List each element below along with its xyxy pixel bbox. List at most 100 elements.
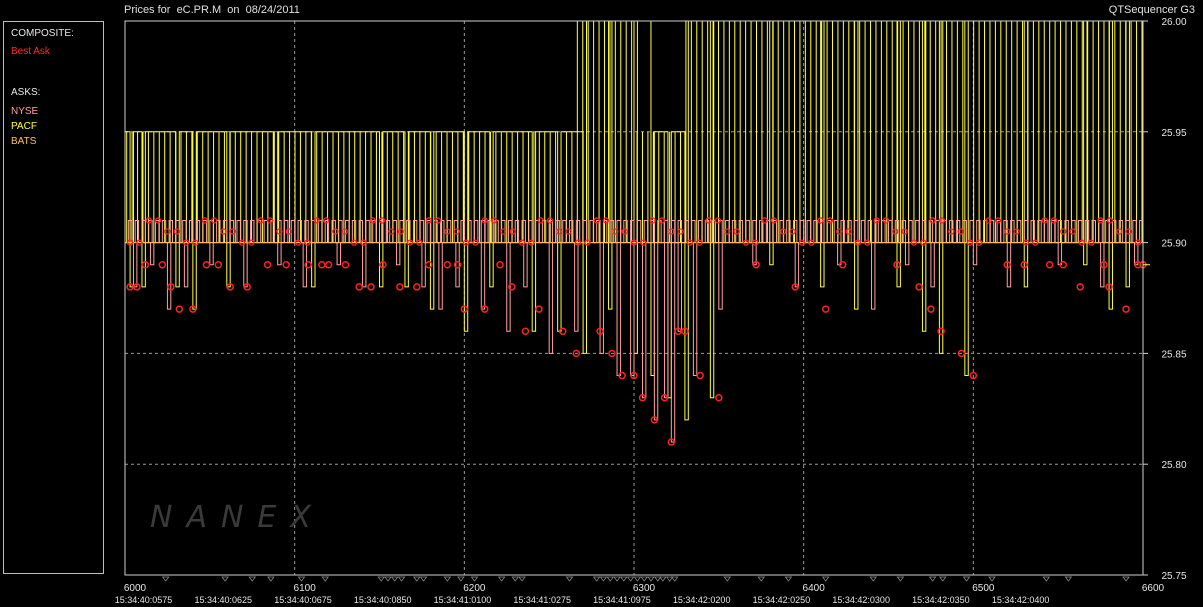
time-marker <box>757 576 766 582</box>
best-ask-point <box>1076 283 1084 291</box>
time-marker <box>659 576 667 582</box>
best-ask-point <box>413 283 421 291</box>
best-ask-point <box>927 305 935 313</box>
time-marker <box>518 576 526 582</box>
x-tick-label: 6200 <box>463 583 486 594</box>
best-ask-point <box>915 283 923 291</box>
best-ask-point <box>202 261 211 269</box>
price-chart: NANEX 25.75 25.80 25.85 25.90 25.95 26.00 600… <box>115 17 1187 605</box>
best-ask-point <box>521 327 530 335</box>
time-label: 15:34:40:0575 <box>115 595 173 605</box>
best-ask-point <box>341 261 350 269</box>
time-marker <box>647 576 655 582</box>
time-marker <box>784 576 793 582</box>
best-ask-point <box>285 228 292 235</box>
best-ask-point <box>1045 261 1054 269</box>
best-ask-point <box>1125 228 1132 235</box>
best-ask-point <box>324 261 333 269</box>
time-marker <box>1042 576 1051 582</box>
best-ask-point <box>282 261 290 269</box>
time-marker <box>928 576 937 582</box>
x-tick-label: 6600 <box>1142 583 1165 594</box>
time-marker <box>670 576 679 582</box>
time-marker <box>565 576 574 582</box>
time-marker <box>470 576 479 582</box>
best-ask-point <box>1013 228 1020 235</box>
best-ask-point <box>453 228 460 235</box>
time-marker <box>723 576 732 582</box>
time-label: 15:34:41:0100 <box>434 595 492 605</box>
best-ask-point <box>535 305 543 313</box>
y-tick-label: 25.90 <box>1161 239 1186 250</box>
nanex-watermark: NANEX <box>150 500 325 535</box>
time-label: 15:34:42:0400 <box>992 595 1050 605</box>
time-label: 15:34:40:0675 <box>274 595 332 605</box>
time-marker <box>606 576 615 582</box>
best-ask-point <box>367 283 375 291</box>
time-marker <box>938 576 947 582</box>
y-axis: 25.75 25.80 25.85 25.90 25.95 26.00 <box>1143 17 1187 582</box>
series-layer <box>125 20 1150 446</box>
x-tick-label: 6000 <box>124 583 147 594</box>
time-marker <box>419 576 428 582</box>
time-marker <box>1122 576 1130 582</box>
best-ask-point <box>175 305 184 313</box>
time-label: 15:34:41:0975 <box>593 595 651 605</box>
time-marker <box>962 576 971 582</box>
best-ask-point <box>214 261 223 269</box>
best-ask-point <box>158 261 167 269</box>
best-ask-point <box>715 393 723 402</box>
best-ask-point <box>341 228 348 235</box>
time-label: 15:34:42:0300 <box>832 595 890 605</box>
y-tick-label: 25.80 <box>1161 460 1186 471</box>
best-ask-point <box>821 305 830 313</box>
best-ask-point <box>397 228 404 235</box>
y-tick-label: 25.85 <box>1161 349 1186 360</box>
time-marker <box>633 576 642 582</box>
x-tick-label: 6100 <box>294 583 317 594</box>
best-ask-point <box>696 371 704 380</box>
time-label: 15:34:42:0250 <box>753 595 811 605</box>
time-marker <box>321 576 330 582</box>
best-ask-point <box>229 228 236 235</box>
time-marker <box>161 576 170 582</box>
y-tick-label: 25.75 <box>1161 571 1186 582</box>
best-ask-point <box>509 228 516 235</box>
time-marker <box>377 576 385 582</box>
time-marker <box>1064 576 1073 582</box>
x-axis: 6000 6100 6200 6300 6400 6500 6600 15:34:40:057… <box>115 576 1165 605</box>
time-marker <box>988 576 996 582</box>
time-marker <box>599 576 608 582</box>
time-marker <box>511 576 520 582</box>
best-ask-point <box>318 261 326 269</box>
series-nyse <box>125 219 1144 244</box>
time-label: 15:34:40:0850 <box>354 595 412 605</box>
x-tick-label: 6500 <box>972 583 995 594</box>
time-marker <box>297 576 306 582</box>
time-marker <box>390 576 399 582</box>
time-marker <box>821 576 830 582</box>
y-tick-label: 25.95 <box>1161 128 1186 139</box>
time-label: 15:34:42:0350 <box>912 595 970 605</box>
best-ask-point <box>173 228 180 235</box>
time-marker <box>221 576 229 582</box>
best-ask-point <box>396 283 404 291</box>
time-marker <box>384 576 392 582</box>
best-ask-point <box>496 261 504 269</box>
time-marker <box>613 576 621 582</box>
time-marker <box>267 576 275 582</box>
best-ask-point <box>1122 305 1130 313</box>
time-label: 15:34:41:0275 <box>513 595 571 605</box>
time-marker <box>443 576 452 582</box>
time-label: 15:34:42:0200 <box>673 595 731 605</box>
time-marker <box>413 576 421 582</box>
time-marker <box>869 576 878 582</box>
x-tick-label: 6400 <box>803 583 826 594</box>
time-marker <box>397 576 406 582</box>
y-tick-label: 26.00 <box>1161 17 1186 28</box>
time-marker <box>620 576 628 582</box>
time-marker <box>592 576 601 582</box>
time-marker <box>626 576 635 582</box>
time-marker <box>457 576 465 582</box>
time-marker <box>640 576 648 582</box>
